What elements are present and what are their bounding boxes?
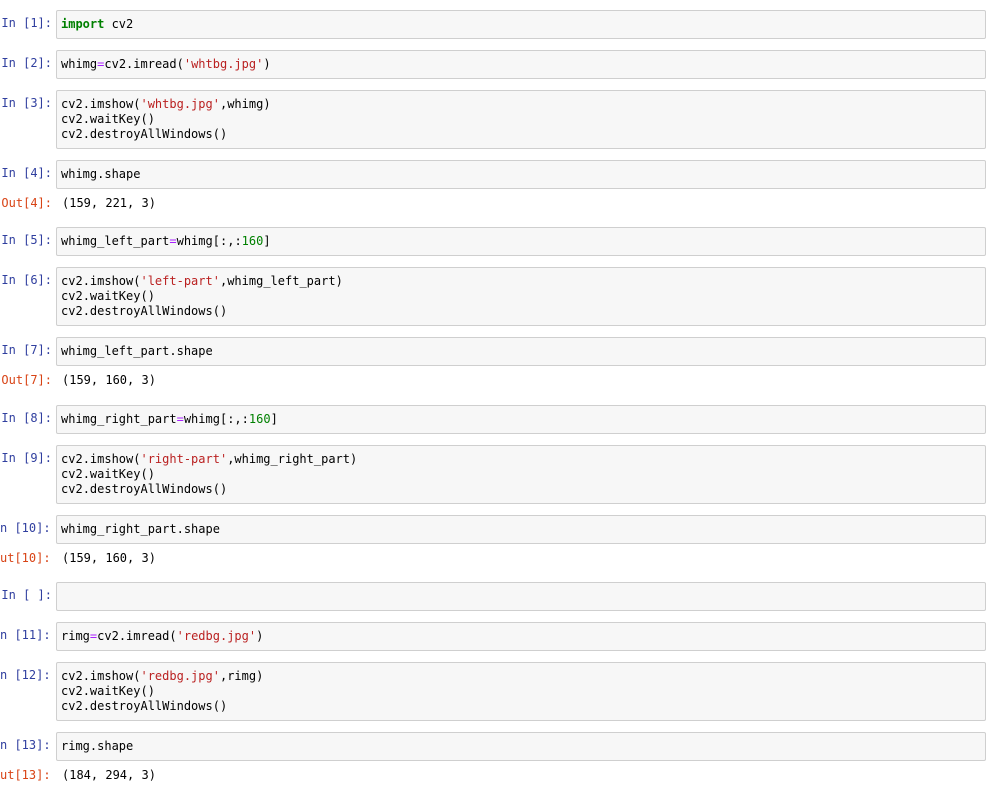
code-input[interactable]: whimg_right_part=whimg[:,:160] [56,405,986,434]
code-cell[interactable]: In [1]: import cv2 [0,10,1005,39]
code-line: cv2.imshow('whtbg.jpg',whimg) [61,97,271,111]
input-prompt: In [7]: [1,343,52,357]
code-line: cv2.destroyAllWindows() [61,699,228,713]
output-text: (159, 160, 3) [62,551,156,565]
code-input[interactable]: whimg_left_part=whimg[:,:160] [56,227,986,256]
code-input[interactable]: cv2.imshow('redbg.jpg',rimg) cv2.waitKey(… [56,662,986,721]
code-input[interactable]: cv2.imshow('left-part',whimg_left_part) c… [56,267,986,326]
input-prompt: In [1]: [1,16,52,30]
input-prompt: n [10]: [0,521,51,535]
output-prompt: ut[10]: [0,551,51,565]
code-input[interactable]: cv2.imshow('right-part',whimg_right_part… [56,445,986,504]
code-line: rimg=cv2.imread('redbg.jpg') [61,629,264,643]
input-prompt: n [11]: [0,628,51,642]
code-line: whimg_left_part=whimg[:,:160] [61,234,271,248]
code-input[interactable]: rimg=cv2.imread('redbg.jpg') [56,622,986,651]
input-prompt: n [13]: [0,738,51,752]
input-prompt: n [12]: [0,668,51,682]
code-line: cv2.destroyAllWindows() [61,304,228,318]
notebook: In [1]: import cv2 In [2]: whimg=cv2.imread… [0,0,1005,788]
code-cell[interactable]: n [11]: rimg=cv2.imread('redbg.jpg') [0,622,1005,651]
code-input[interactable] [56,582,986,611]
code-line: whimg_right_part.shape [61,522,220,536]
code-input[interactable]: whimg_left_part.shape [56,337,986,366]
code-line: whimg_left_part.shape [61,344,213,358]
code-cell[interactable]: In [5]: whimg_left_part=whimg[:,:160] [0,227,1005,256]
code-input[interactable]: rimg.shape [56,732,986,761]
output-prompt: Out[7]: [1,373,52,387]
code-line: cv2.destroyAllWindows() [61,482,228,496]
code-input[interactable]: whimg=cv2.imread('whtbg.jpg') [56,50,986,79]
code-input[interactable]: whimg_right_part.shape [56,515,986,544]
code-cell[interactable]: In [7]: whimg_left_part.shape Out[7]: (159,… [0,337,1005,388]
code-line: whimg.shape [61,167,141,181]
code-line: cv2.imshow('right-part',whimg_right_part… [61,452,358,466]
code-cell[interactable]: In [8]: whimg_right_part=whimg[:,:160] [0,405,1005,434]
code-line: cv2.waitKey() [61,467,155,481]
code-line: cv2.destroyAllWindows() [61,127,228,141]
output-prompt: ut[13]: [0,768,51,782]
input-prompt: In [5]: [1,233,52,247]
code-line: cv2.waitKey() [61,289,155,303]
code-cell[interactable]: n [12]: cv2.imshow('redbg.jpg',rimg) cv2.w… [0,662,1005,721]
output-text: (159, 221, 3) [62,196,156,210]
code-line: cv2.waitKey() [61,112,155,126]
input-prompt: In [8]: [1,411,52,425]
input-prompt: In [4]: [1,166,52,180]
code-input[interactable]: import cv2 [56,10,986,39]
output-prompt: Out[4]: [1,196,52,210]
code-line: rimg.shape [61,739,134,753]
input-prompt: In [2]: [1,56,52,70]
output-text: (184, 294, 3) [62,768,156,782]
code-cell[interactable]: In [2]: whimg=cv2.imread('whtbg.jpg') [0,50,1005,79]
code-line: cv2.waitKey() [61,684,155,698]
code-input[interactable]: cv2.imshow('whtbg.jpg',whimg) cv2.waitKey… [56,90,986,149]
code-line: cv2.imshow('redbg.jpg',rimg) [61,669,264,683]
code-cell[interactable]: n [10]: whimg_right_part.shape ut[10]: (159… [0,515,1005,566]
code-line: whimg=cv2.imread('whtbg.jpg') [61,57,271,71]
code-input[interactable]: whimg.shape [56,160,986,189]
code-line: whimg_right_part=whimg[:,:160] [61,412,278,426]
code-cell[interactable]: In [9]: cv2.imshow('right-part',whimg_rig… [0,445,1005,504]
code-cell[interactable]: In [3]: cv2.imshow('whtbg.jpg',whimg) cv2.… [0,90,1005,149]
code-cell[interactable]: In [6]: cv2.imshow('left-part',whimg_left… [0,267,1005,326]
code-cell[interactable]: n [13]: rimg.shape ut[13]: (184, 294, 3) [0,732,1005,783]
input-prompt: In [9]: [1,451,52,465]
code-cell[interactable]: In [4]: whimg.shape Out[4]: (159, 221, 3) [0,160,1005,211]
output-text: (159, 160, 3) [62,373,156,387]
input-prompt: In [3]: [1,96,52,110]
input-prompt: In [ ]: [1,588,52,602]
code-cell[interactable]: In [ ]: [0,582,1005,611]
code-line: import cv2 [61,17,134,31]
code-line: cv2.imshow('left-part',whimg_left_part) [61,274,343,288]
input-prompt: In [6]: [1,273,52,287]
